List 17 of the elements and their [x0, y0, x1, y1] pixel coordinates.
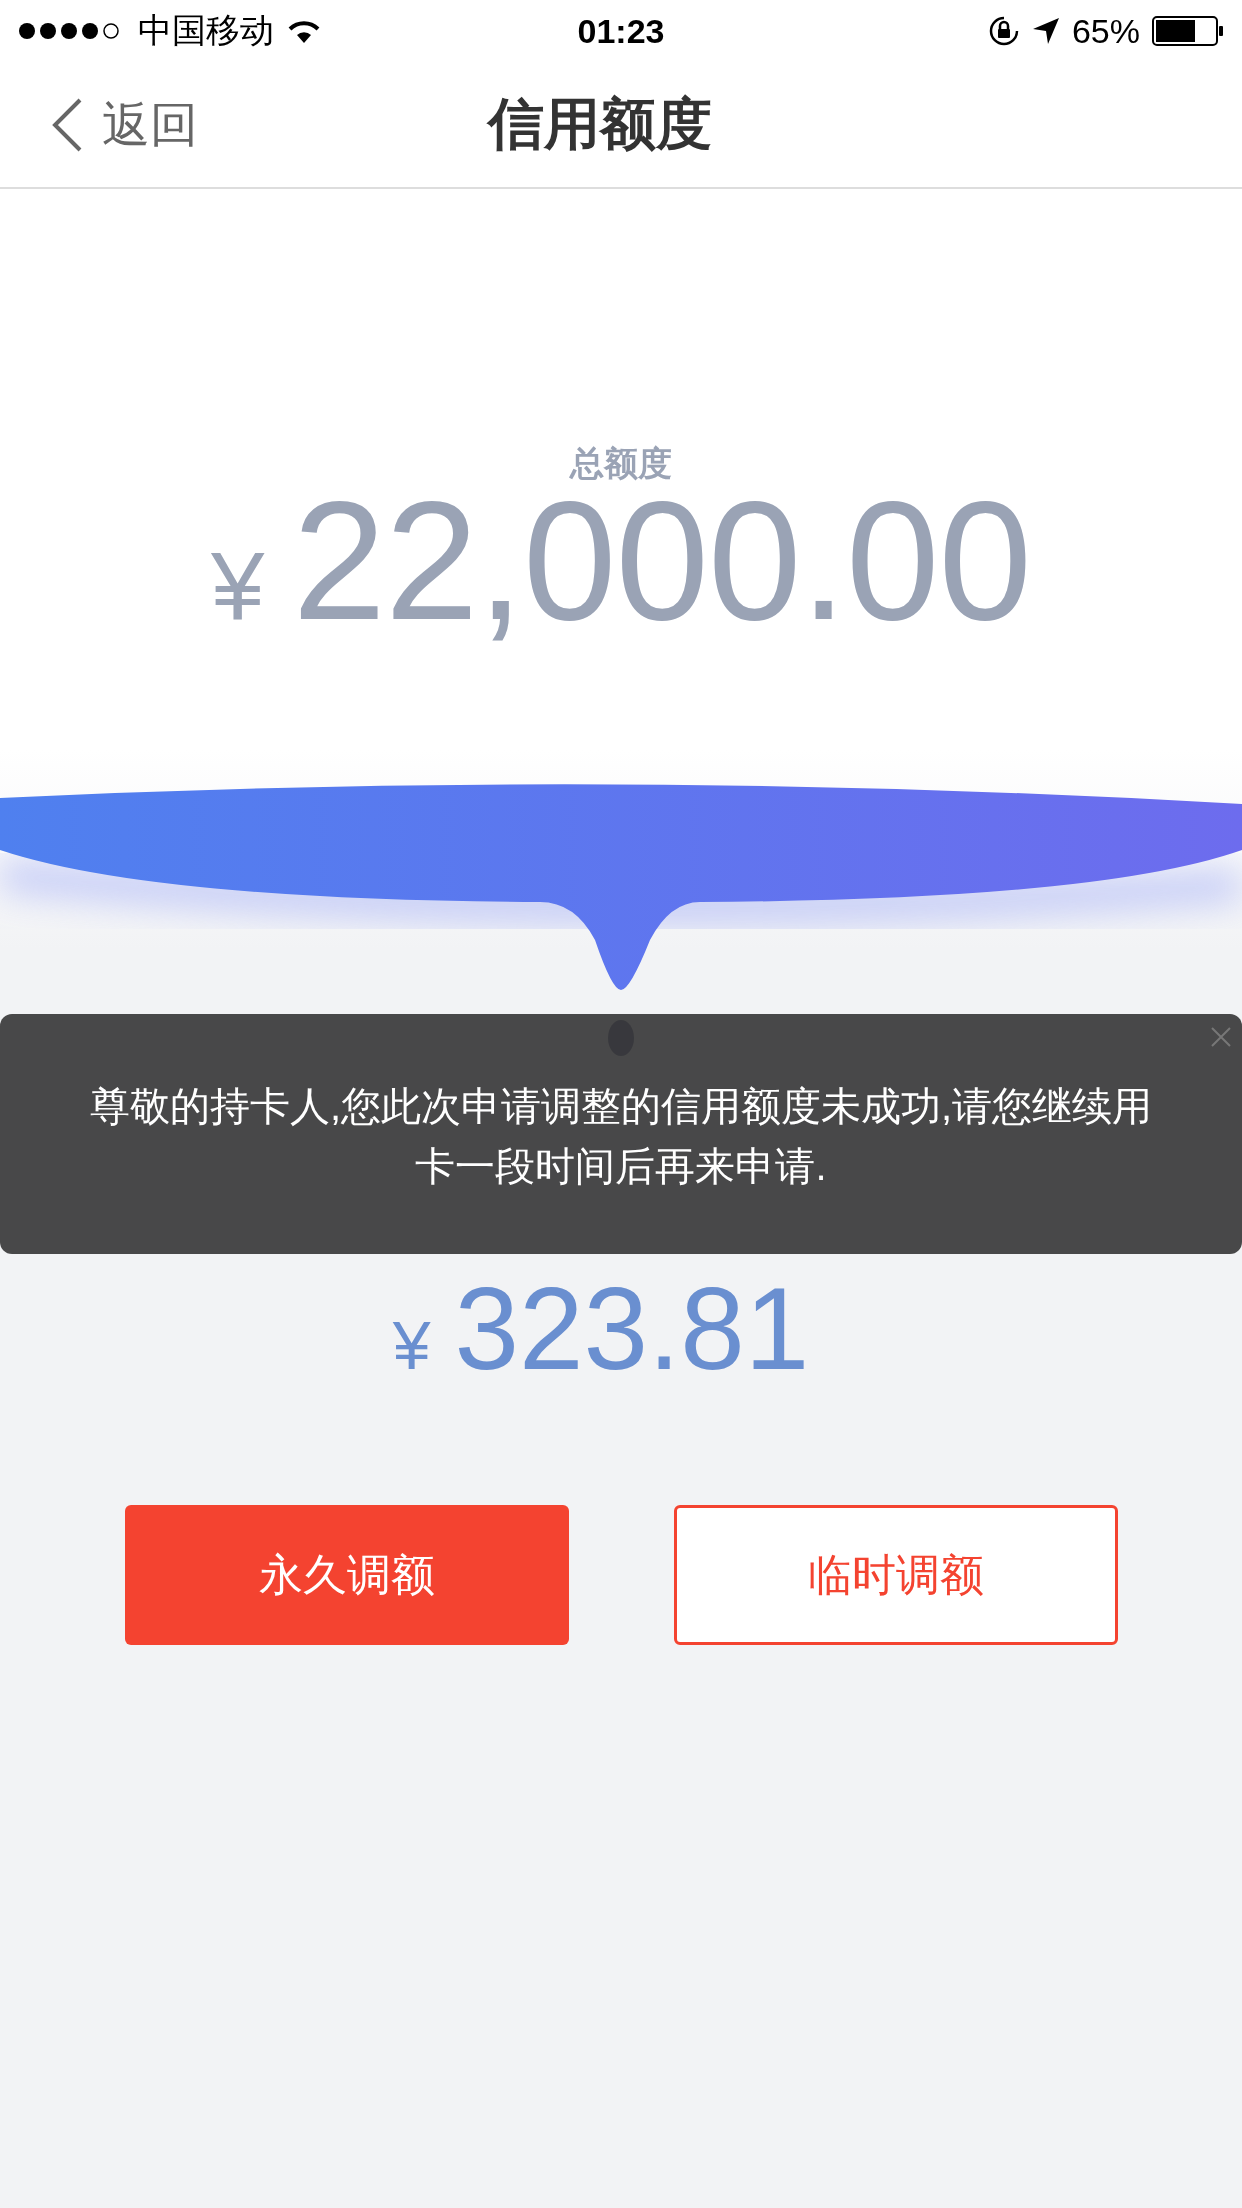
- back-button[interactable]: 返回: [52, 92, 198, 157]
- clock-time: 01:23: [577, 11, 665, 51]
- close-icon[interactable]: [1210, 1026, 1232, 1048]
- temporary-adjust-button[interactable]: 临时调额: [673, 1505, 1118, 1645]
- available-amount: 323.81: [454, 1271, 810, 1387]
- wifi-icon: [286, 18, 322, 44]
- currency-symbol: ¥: [392, 1311, 431, 1379]
- carrier-name: 中国移动: [138, 10, 274, 51]
- rotation-lock-icon: [987, 15, 1020, 47]
- location-arrow-icon: [1031, 17, 1060, 45]
- currency-symbol: ¥: [211, 538, 265, 634]
- toast-message: 尊敬的持卡人,您此次申请调整的信用额度未成功,请您继续用卡一段时间后再来申请.: [88, 1083, 1154, 1190]
- page-title: 信用额度: [485, 90, 713, 157]
- back-chevron-icon: [52, 97, 82, 152]
- permanent-adjust-button[interactable]: 永久调额: [124, 1505, 569, 1645]
- battery-percent: 65%: [1071, 11, 1140, 51]
- battery-icon: [1152, 16, 1224, 46]
